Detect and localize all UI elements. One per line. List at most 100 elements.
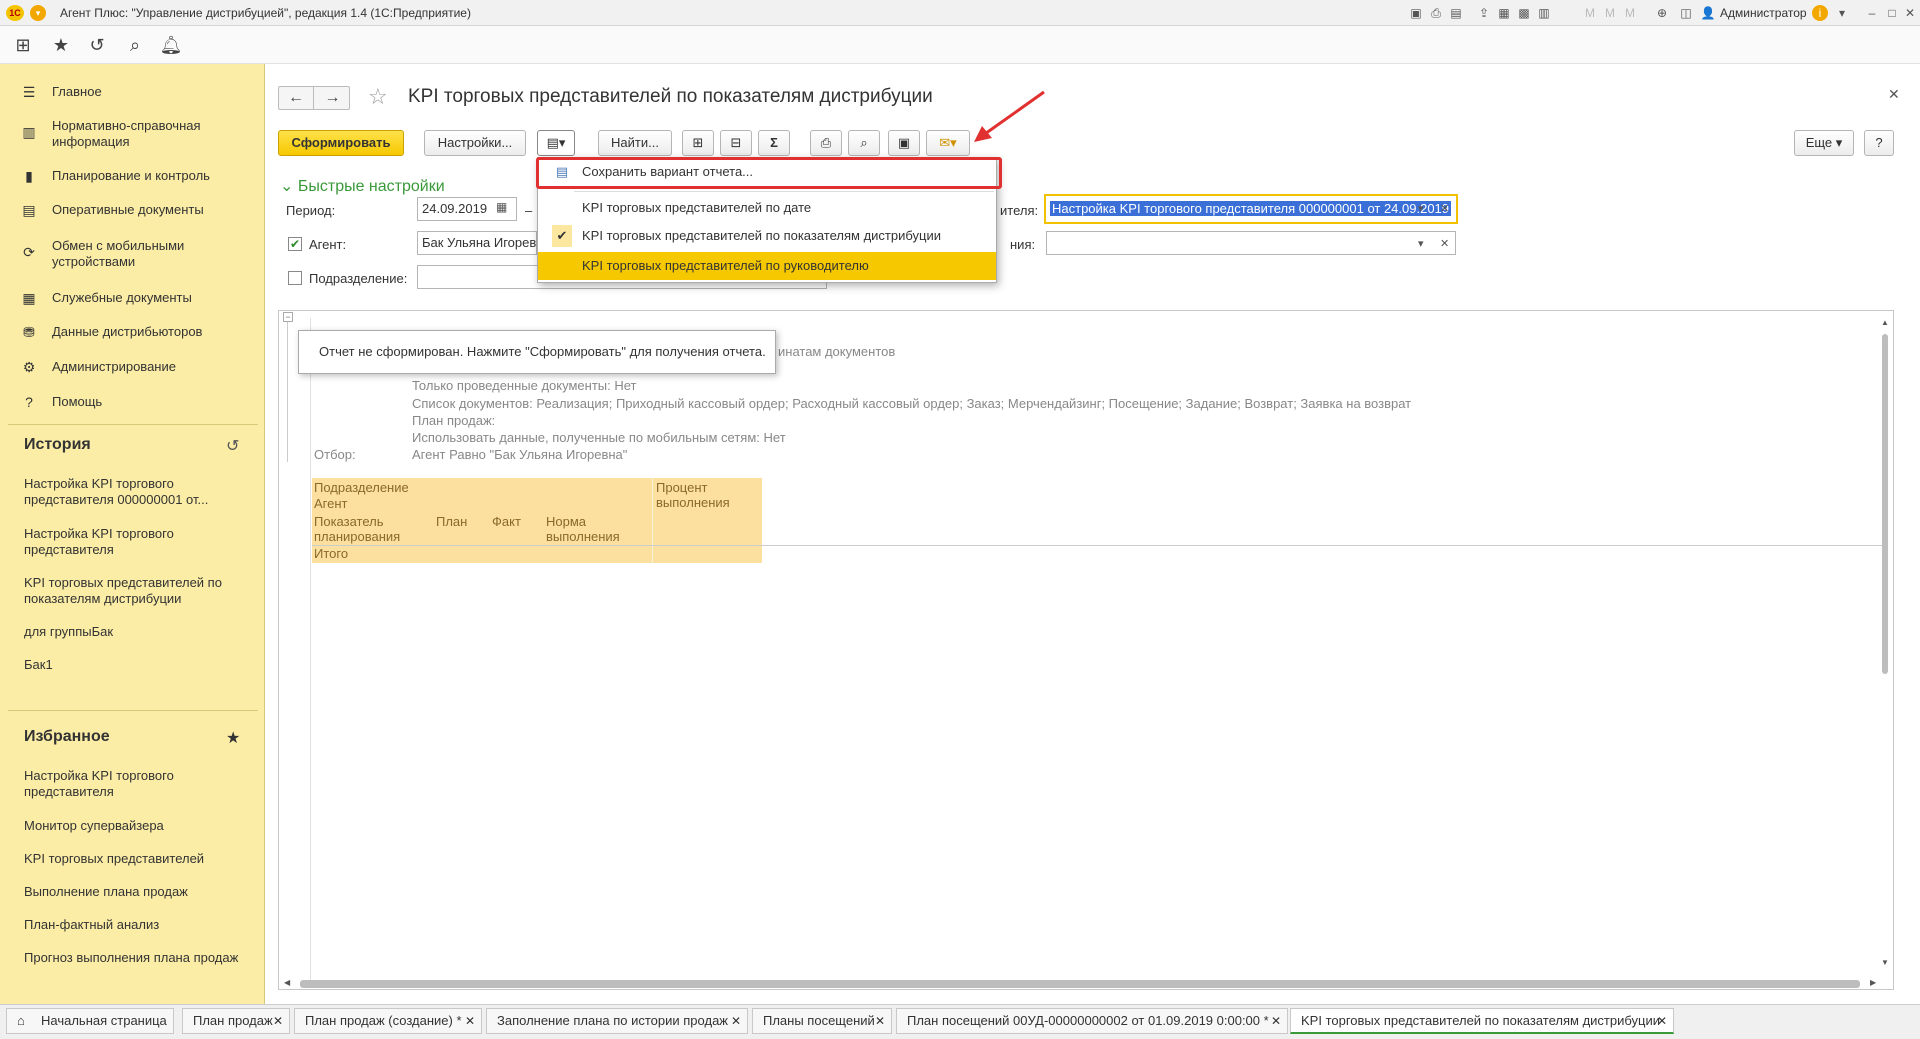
tab-sales-plan-create[interactable]: План продаж (создание) * ✕ bbox=[294, 1008, 482, 1034]
scroll-right-icon[interactable]: ▶ bbox=[1870, 978, 1876, 987]
favorite-item[interactable]: KPI торговых представителей bbox=[24, 851, 249, 867]
star-icon[interactable]: ★ bbox=[226, 728, 240, 748]
user-name[interactable]: Администратор bbox=[1720, 6, 1807, 20]
kpi-setting-input[interactable]: Настройка KPI торгового представителя 00… bbox=[1044, 194, 1458, 224]
scroll-up-icon[interactable]: ▲ bbox=[1881, 318, 1889, 327]
main-menu-button[interactable]: ▾ bbox=[30, 5, 46, 21]
send-email-button[interactable]: ✉▾ bbox=[926, 130, 970, 156]
expand-groups-button[interactable]: ⊞ bbox=[682, 130, 714, 156]
generate-button[interactable]: Сформировать bbox=[278, 130, 404, 156]
memory-plus-icon[interactable]: M bbox=[1602, 5, 1618, 21]
favorite-item[interactable]: Монитор супервайзера bbox=[24, 818, 249, 834]
quick-settings-title[interactable]: ⌄ Быстрые настройки bbox=[280, 176, 445, 196]
star-icon[interactable]: ★ bbox=[48, 33, 74, 57]
calendar-icon[interactable]: ▦ bbox=[496, 200, 507, 214]
dropdown-icon[interactable]: ▾ bbox=[1834, 5, 1850, 21]
tab-sales-plan[interactable]: План продаж ✕ bbox=[182, 1008, 290, 1034]
close-tab-icon[interactable]: ✕ bbox=[1657, 1009, 1667, 1032]
apps-grid-icon[interactable]: ⊞ bbox=[10, 33, 36, 57]
tab-home[interactable]: ⌂ Начальная страница bbox=[6, 1008, 174, 1034]
horizontal-scroll-thumb[interactable] bbox=[300, 980, 1860, 988]
favorite-item[interactable]: План-фактный анализ bbox=[24, 917, 249, 933]
scroll-left-icon[interactable]: ◀ bbox=[284, 978, 290, 987]
sidebar-item-admin[interactable]: ⚙ Администрирование bbox=[0, 351, 265, 385]
sum-button[interactable]: Σ bbox=[758, 130, 790, 156]
tab-kpi-report[interactable]: KPI торговых представителей по показател… bbox=[1290, 1008, 1674, 1034]
second-setting-input[interactable] bbox=[1046, 231, 1456, 255]
memory-minus-icon[interactable]: M bbox=[1622, 5, 1638, 21]
sidebar-item-mobile-exchange[interactable]: ⟳ Обмен с мобильными устройствами bbox=[0, 230, 265, 272]
close-tab-icon[interactable]: ✕ bbox=[273, 1009, 283, 1033]
vertical-scrollbar[interactable]: ▲ ▼ bbox=[1880, 318, 1890, 968]
tab-visit-plans[interactable]: Планы посещений ✕ bbox=[752, 1008, 892, 1034]
history-icon[interactable]: ↺ bbox=[84, 33, 110, 57]
history-item[interactable]: Настройка KPI торгового представителя 00… bbox=[24, 476, 249, 508]
sidebar-item-reference[interactable]: ▥ Нормативно-справочная информация bbox=[0, 110, 265, 152]
clear-icon[interactable]: ✕ bbox=[1440, 202, 1449, 215]
sidebar-item-distributors[interactable]: ⛃ Данные дистрибьюторов bbox=[0, 316, 265, 350]
calendar-icon[interactable]: ▥ bbox=[1536, 5, 1552, 21]
sidebar-item-planning[interactable]: ▮ Планирование и контроль bbox=[0, 160, 265, 194]
scroll-down-icon[interactable]: ▼ bbox=[1881, 958, 1889, 967]
preview-button[interactable]: ⌕ bbox=[848, 130, 880, 156]
more-button[interactable]: Еще ▾ bbox=[1794, 130, 1854, 156]
print-button[interactable]: ⎙ bbox=[810, 130, 842, 156]
save-button[interactable]: ▣ bbox=[888, 130, 920, 156]
close-tab-icon[interactable]: ✕ bbox=[875, 1009, 885, 1033]
history-item[interactable]: Бак1 bbox=[24, 657, 249, 673]
history-item[interactable]: для группыБак bbox=[24, 624, 249, 640]
report-variant-button[interactable]: ▤▾ bbox=[537, 130, 575, 156]
dropdown-arrow-icon[interactable]: ▾ bbox=[1418, 237, 1424, 250]
info-icon[interactable]: i bbox=[1812, 5, 1828, 21]
forward-button[interactable]: → bbox=[315, 87, 350, 109]
panels-icon[interactable]: ◫ bbox=[1678, 5, 1694, 21]
collapse-toggle-icon[interactable]: − bbox=[283, 312, 293, 322]
export-icon[interactable]: ⇪ bbox=[1476, 5, 1492, 21]
copy-icon[interactable]: ▦ bbox=[1496, 5, 1512, 21]
sidebar-item-help[interactable]: ? Помощь bbox=[0, 386, 265, 420]
close-window-icon[interactable]: ✕ bbox=[1902, 5, 1918, 21]
find-button[interactable]: Найти... bbox=[598, 130, 672, 156]
close-form-icon[interactable]: ✕ bbox=[1888, 86, 1900, 103]
favorite-item[interactable]: Выполнение плана продаж bbox=[24, 884, 249, 900]
maximize-icon[interactable]: □ bbox=[1884, 5, 1900, 21]
sidebar-item-operations[interactable]: ▤ Оперативные документы bbox=[0, 194, 265, 228]
vertical-scroll-thumb[interactable] bbox=[1882, 334, 1888, 674]
checkmark-icon: ✔ bbox=[552, 225, 572, 247]
settings-button[interactable]: Настройки... bbox=[424, 130, 526, 156]
dropdown-arrow-icon[interactable]: ▾ bbox=[1418, 202, 1424, 215]
sidebar-item-main[interactable]: ☰ Главное bbox=[0, 76, 265, 110]
favorite-star-icon[interactable]: ☆ bbox=[368, 84, 388, 110]
back-button[interactable]: ← bbox=[279, 87, 314, 109]
agent-input[interactable]: Бак Ульяна Игоревна bbox=[417, 231, 537, 255]
report-area[interactable] bbox=[278, 310, 1894, 990]
sidebar-item-service-docs[interactable]: ▦ Служебные документы bbox=[0, 282, 265, 316]
history-icon[interactable]: ↺ bbox=[226, 436, 239, 456]
tab-visit-plan-doc[interactable]: План посещений 00УД-00000000002 от 01.09… bbox=[896, 1008, 1288, 1034]
print-icon[interactable]: ⎙ bbox=[1428, 5, 1444, 21]
minimize-icon[interactable]: – bbox=[1864, 5, 1880, 21]
clear-icon[interactable]: ✕ bbox=[1440, 237, 1449, 250]
memory-m-icon[interactable]: M bbox=[1582, 5, 1598, 21]
help-button[interactable]: ? bbox=[1864, 130, 1894, 156]
close-tab-icon[interactable]: ✕ bbox=[731, 1009, 741, 1033]
menu-item-kpi-by-date[interactable]: KPI торговых представителей по дате bbox=[538, 194, 996, 222]
favorite-item[interactable]: Настройка KPI торгового представителя bbox=[24, 768, 249, 800]
agent-checkbox[interactable]: ✔ bbox=[288, 237, 302, 251]
menu-item-kpi-by-distribution[interactable]: ✔ KPI торговых представителей по показат… bbox=[538, 222, 996, 250]
search-icon[interactable]: ⌕ bbox=[122, 33, 148, 57]
bell-icon[interactable]: 🔔︎ bbox=[158, 33, 184, 57]
close-tab-icon[interactable]: ✕ bbox=[1271, 1009, 1281, 1033]
preview-icon[interactable]: ▤ bbox=[1448, 5, 1464, 21]
history-item[interactable]: Настройка KPI торгового представителя bbox=[24, 526, 249, 558]
favorite-item[interactable]: Прогноз выполнения плана продаж bbox=[24, 950, 249, 966]
save-icon[interactable]: ▣ bbox=[1408, 5, 1424, 21]
history-item[interactable]: KPI торговых представителей по показател… bbox=[24, 575, 249, 607]
tab-fill-plan[interactable]: Заполнение плана по истории продаж ✕ bbox=[486, 1008, 748, 1034]
collapse-groups-button[interactable]: ⊟ bbox=[720, 130, 752, 156]
close-tab-icon[interactable]: ✕ bbox=[465, 1009, 475, 1033]
calculator-icon[interactable]: ▩ bbox=[1516, 5, 1532, 21]
zoom-icon[interactable]: ⊕ bbox=[1654, 5, 1670, 21]
subdivision-checkbox[interactable] bbox=[288, 271, 302, 285]
menu-item-kpi-by-manager[interactable]: KPI торговых представителей по руководит… bbox=[538, 252, 996, 280]
